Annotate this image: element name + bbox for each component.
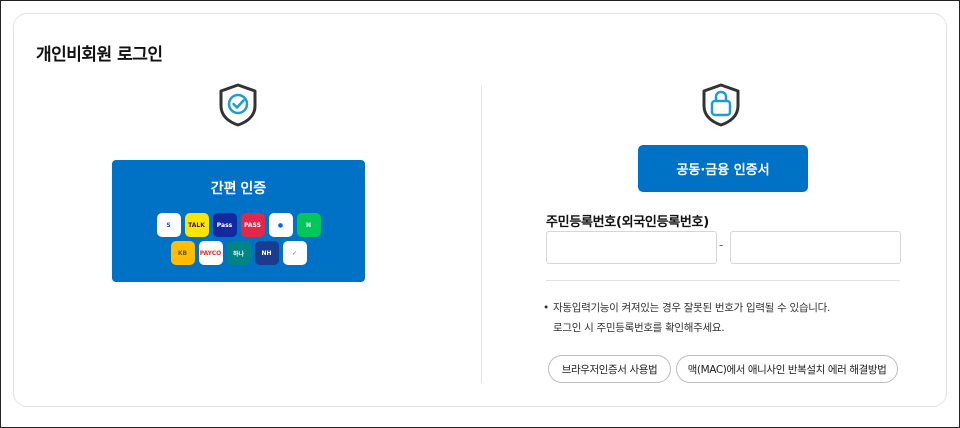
section-divider [546, 280, 900, 281]
kakao-bank-app-icon: ✓ [282, 241, 307, 265]
shield-check-icon [215, 82, 261, 128]
notice-line-1: 자동입력기능이 켜져있는 경우 잘못된 번호가 입력될 수 있습니다. [553, 302, 831, 314]
shield-lock-icon [698, 82, 744, 128]
shinhan-bank-app-icon: S [156, 213, 181, 237]
rrn-label: 주민등록번호(외국인등록번호) [546, 215, 709, 230]
toss-app-icon: ● [268, 213, 293, 237]
browser-cert-help-button[interactable]: 브라우저인증서 사용법 [548, 355, 671, 383]
samsung-pass-app-icon: Pass [212, 213, 237, 237]
column-divider [481, 86, 482, 383]
kb-bank-app-icon: KB [170, 241, 195, 265]
easy-auth-button[interactable]: 간편 인증 S TALK Pass PASS ● N KB PAYCO 하나 NH ✓ [112, 160, 365, 282]
rrn-separator: - [719, 238, 724, 252]
rrn-front-input[interactable] [546, 231, 717, 264]
notice-text: • 자동입력기능이 켜져있는 경우 잘못된 번호가 입력될 수 있습니다. 로그인… [543, 298, 830, 338]
easy-auth-apps-row-1: S TALK Pass PASS ● N [112, 213, 365, 237]
naver-app-icon: N [296, 213, 321, 237]
notice-line-2: 로그인 시 주민등록번호를 확인해주세요. [553, 322, 725, 334]
page-title: 개인비회원 로그인 [36, 45, 163, 65]
easy-auth-apps-row-2: KB PAYCO 하나 NH ✓ [112, 241, 365, 265]
rrn-back-input[interactable] [730, 231, 901, 264]
mac-error-help-button[interactable]: 맥(MAC)에서 애니사인 반복설치 에러 해결방법 [676, 355, 898, 383]
hana-bank-app-icon: 하나 [226, 241, 251, 265]
certificate-login-button[interactable]: 공동·금융 인증서 [638, 145, 808, 192]
kakao-talk-app-icon: TALK [184, 213, 209, 237]
notice-bullet: • [543, 302, 549, 314]
easy-auth-label: 간편 인증 [210, 180, 267, 196]
payco-app-icon: PAYCO [198, 241, 223, 265]
nh-bank-app-icon: NH [254, 241, 279, 265]
pass-app-icon: PASS [240, 213, 265, 237]
